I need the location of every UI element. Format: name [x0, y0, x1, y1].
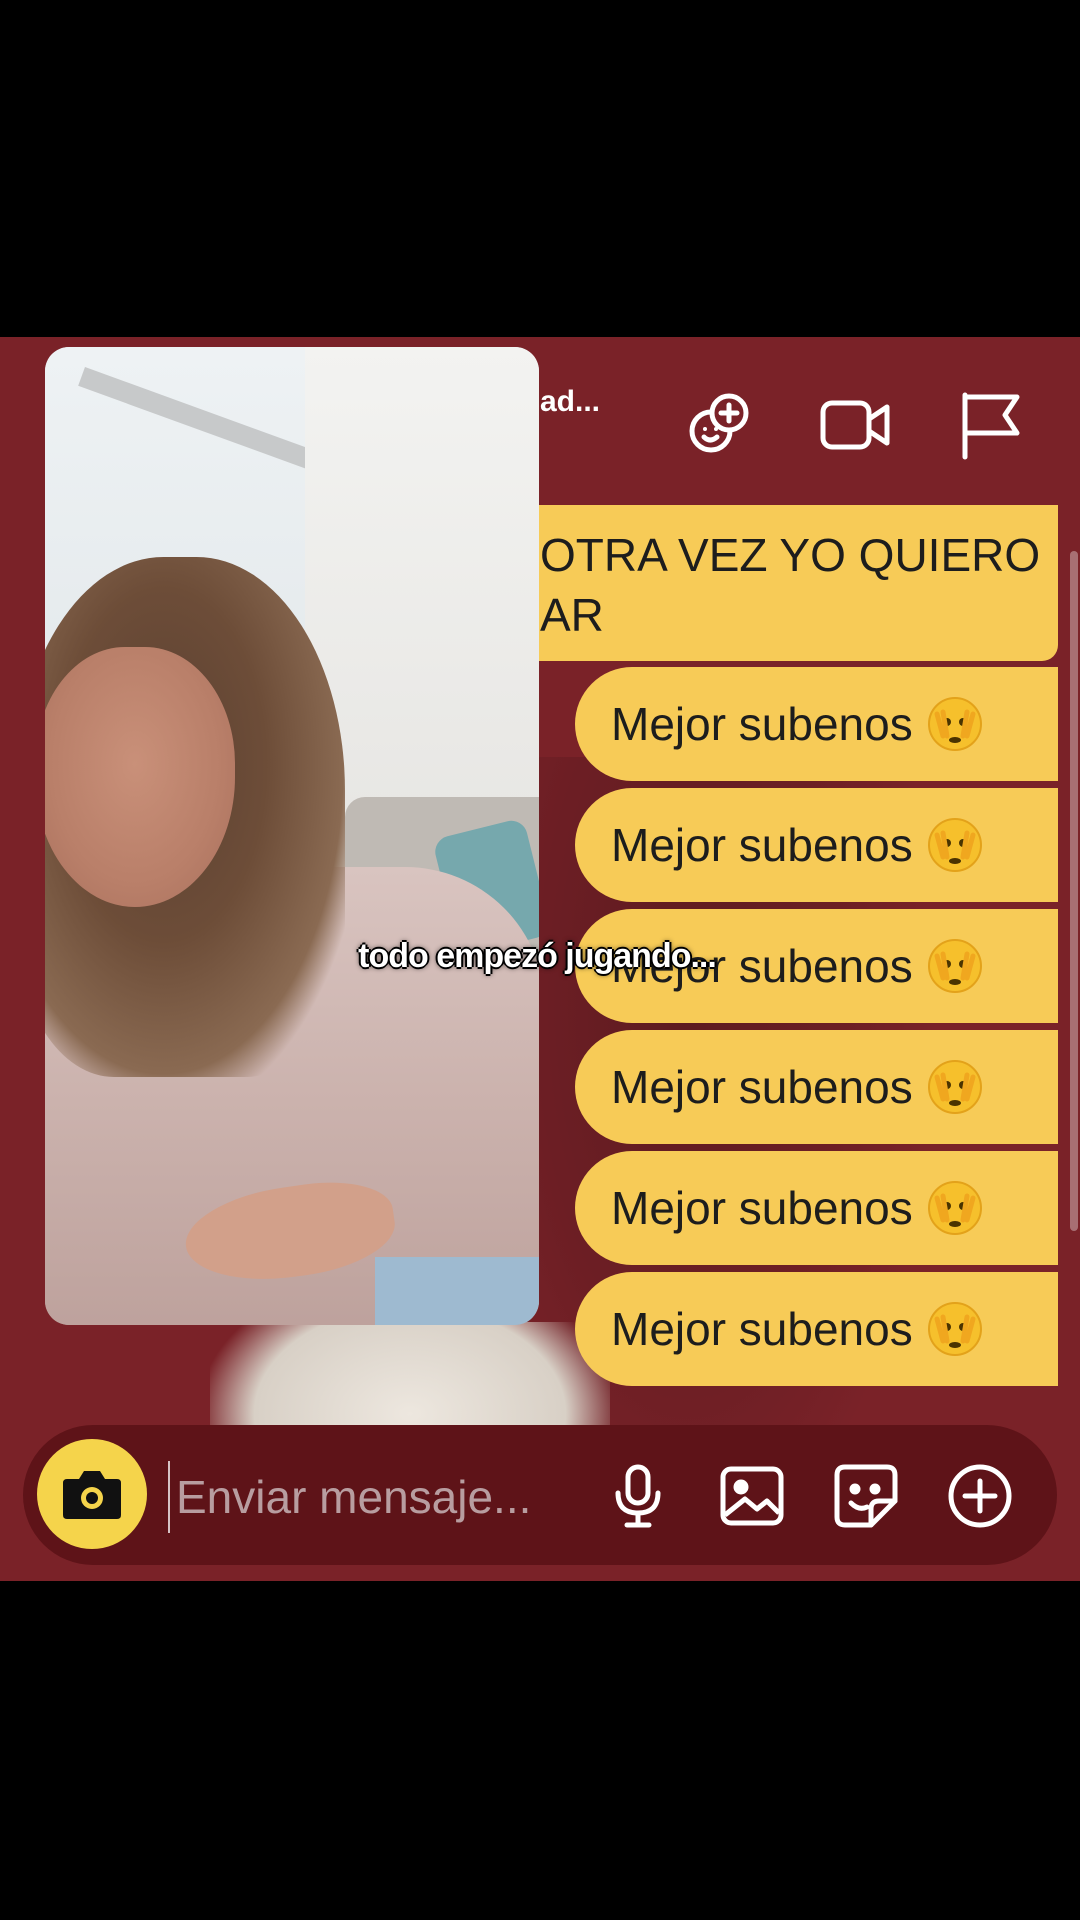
peeking-face-emoji-icon	[927, 1180, 983, 1236]
report-flag-icon[interactable]	[955, 389, 1027, 461]
message-text: Mejor subenos	[611, 698, 913, 750]
message-bubble[interactable]: Mejor subenos	[575, 667, 1058, 781]
chat-title[interactable]: ad...	[540, 385, 600, 419]
peeking-face-emoji-icon	[927, 1301, 983, 1357]
message-text-line: AR	[540, 589, 604, 641]
sticker-icon[interactable]	[831, 1461, 901, 1531]
message-text: Mejor subenos	[611, 1061, 913, 1113]
message-input[interactable]	[168, 1461, 618, 1533]
message-composer	[23, 1425, 1057, 1565]
peeking-face-emoji-icon	[927, 696, 983, 752]
message-text-line: OTRA VEZ YO QUIERO	[540, 529, 1041, 581]
plus-icon[interactable]	[945, 1461, 1015, 1531]
message-bubble-received[interactable]: OTRA VEZ YO QUIERO AR	[520, 505, 1058, 661]
chat-screen: ad... OTRA VEZ YO QUIERO AR Mejor subeno…	[0, 337, 1080, 1581]
camera-icon	[63, 1471, 121, 1519]
scrollbar[interactable]	[1070, 551, 1078, 1231]
image-icon[interactable]	[717, 1461, 787, 1531]
video-person-jeans	[375, 1257, 539, 1325]
message-bubble[interactable]: Mejor subenos	[575, 1272, 1058, 1386]
microphone-icon[interactable]	[603, 1461, 673, 1531]
camera-button[interactable]	[37, 1439, 147, 1549]
message-bubble[interactable]: Mejor subenos	[575, 788, 1058, 902]
message-text: Mejor subenos	[611, 1303, 913, 1355]
message-bubble[interactable]: Mejor subenos	[575, 1030, 1058, 1144]
video-caption: todo empezó jugando...	[358, 937, 717, 975]
peeking-face-emoji-icon	[927, 817, 983, 873]
message-text: Mejor subenos	[611, 819, 913, 871]
message-bubble[interactable]: Mejor subenos	[575, 1151, 1058, 1265]
peeking-face-emoji-icon	[927, 1059, 983, 1115]
video-call-icon[interactable]	[820, 389, 892, 461]
video-overlay[interactable]	[45, 347, 539, 1325]
message-text: Mejor subenos	[611, 1182, 913, 1234]
add-friend-bitmoji-icon[interactable]	[683, 389, 755, 461]
